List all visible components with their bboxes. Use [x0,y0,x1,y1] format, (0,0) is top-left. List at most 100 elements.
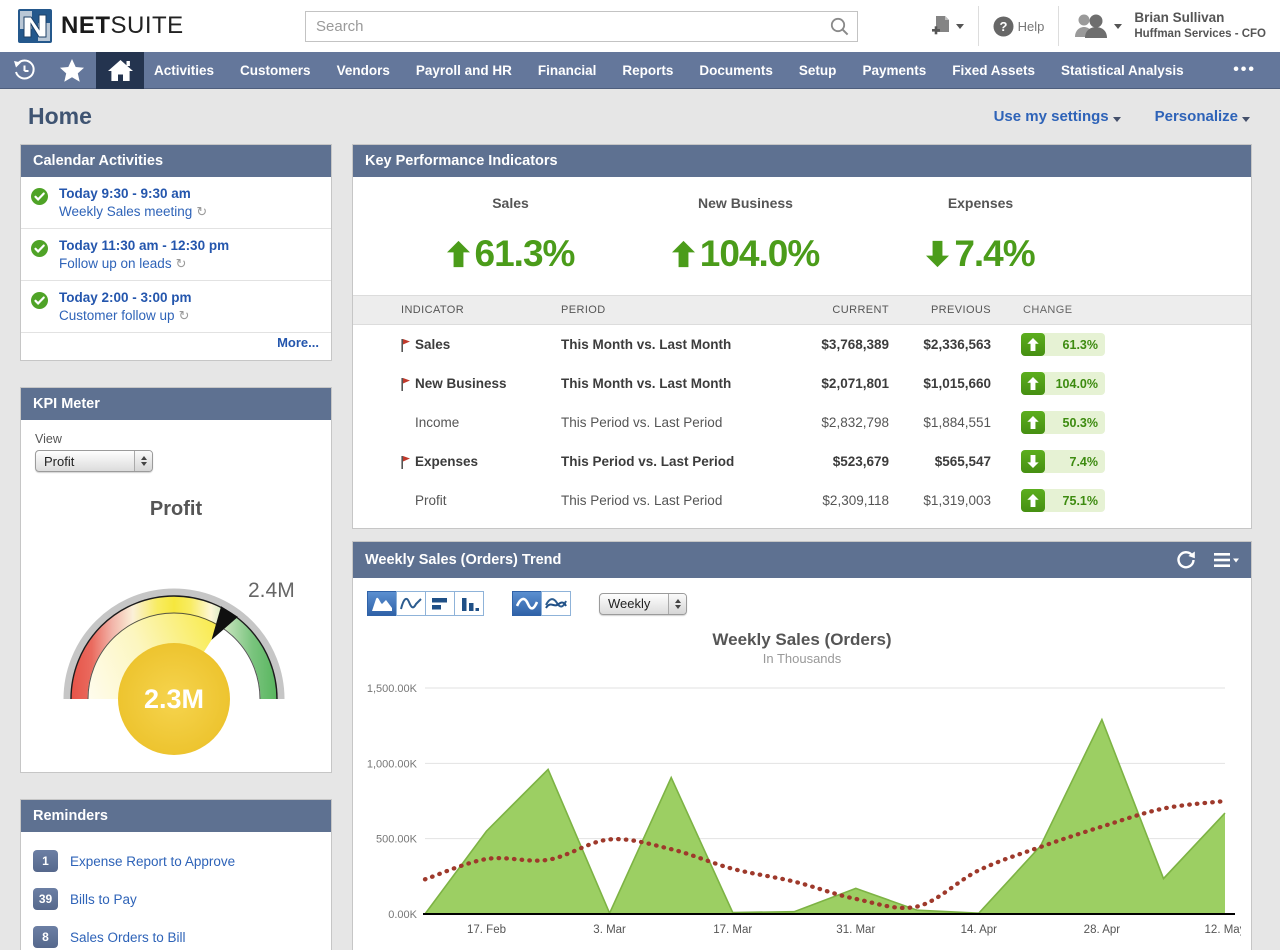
gauge-title: Profit [35,498,317,521]
flag-icon [401,455,410,469]
nav-overflow-button[interactable]: ••• [1233,61,1256,79]
calendar-activities-panel: Calendar Activities Today 9:30 - 9:30 am… [20,144,332,361]
create-new-icon [930,14,952,38]
svg-text:17. Mar: 17. Mar [713,924,752,936]
user-menu[interactable]: Brian Sullivan Huffman Services - CFO [1073,10,1266,41]
nav-item-setup[interactable]: Setup [799,63,837,78]
event-time-link[interactable]: Today 2:00 - 3:00 pm [59,290,319,305]
up-arrow-icon [1027,377,1039,390]
nav-item-customers[interactable]: Customers [240,63,311,78]
svg-text:?: ? [999,19,1007,34]
chart-toolbar: Weekly [353,578,1251,620]
search-input[interactable] [305,11,858,42]
event-title-link[interactable]: Follow up on leads↻ [59,256,319,272]
recurring-icon: ↻ [176,256,187,271]
nav-item-documents[interactable]: Documents [699,63,773,78]
kpi-table-row: New Business This Month vs. Last Month $… [353,364,1251,403]
change-badge: 50.3% [1021,411,1105,434]
weekly-sales-trend-panel: Weekly Sales (Orders) Trend [352,541,1252,950]
event-title-link[interactable]: Customer follow up↻ [59,308,319,324]
top-header: NETSUITE ? Help [0,0,1280,52]
event-time-link[interactable]: Today 9:30 - 9:30 am [59,186,319,201]
trend-panel-header[interactable]: Weekly Sales (Orders) Trend [353,542,1251,578]
svg-text:0.00K: 0.00K [388,909,417,921]
view-label: View [35,432,317,446]
user-name: Brian Sullivan [1134,10,1266,27]
select-stepper-icon [134,451,152,471]
event-complete-icon [31,240,48,257]
kpi-up-arrow-icon [672,239,695,269]
kpi-meter-panel: KPI Meter View Profit Profit [20,387,332,773]
netsuite-logo[interactable]: NETSUITE [18,9,184,43]
nav-item-payments[interactable]: Payments [862,63,926,78]
svg-text:1,000.00K: 1,000.00K [367,758,418,770]
svg-text:31. Mar: 31. Mar [836,924,875,936]
svg-text:12. May: 12. May [1205,924,1241,936]
nav-item-statistical-analysis[interactable]: Statistical Analysis [1061,63,1184,78]
reminders-panel-header[interactable]: Reminders [21,800,331,832]
favorites-star-icon[interactable] [48,52,96,89]
reminder-link[interactable]: Bills to Pay [70,892,137,907]
kpi-table-header-row: INDICATOR PERIOD CURRENT PREVIOUS CHANGE [353,295,1251,325]
kpi-view-select[interactable]: Profit [35,450,153,472]
reminder-item: 8 Sales Orders to Bill [33,918,319,950]
kpi-meter-panel-header[interactable]: KPI Meter [21,388,331,420]
kpi-table-row: Income This Period vs. Last Period $2,83… [353,403,1251,442]
page-title: Home [28,103,92,130]
chart-type-line-button[interactable] [396,591,426,616]
change-badge: 7.4% [1021,450,1105,473]
reminder-count-badge: 8 [33,926,58,948]
recurring-icon: ↻ [196,204,207,219]
nav-item-vendors[interactable]: Vendors [337,63,390,78]
recent-records-icon[interactable] [0,52,48,89]
chart-type-area-button[interactable] [367,591,397,616]
kpi-table: INDICATOR PERIOD CURRENT PREVIOUS CHANGE… [353,295,1251,528]
trendline-single-button[interactable] [512,591,542,616]
kpi-panel-header[interactable]: Key Performance Indicators [353,145,1251,177]
personalize-link[interactable]: Personalize [1155,108,1250,125]
reminder-item: 1 Expense Report to Approve [33,842,319,880]
reminder-link[interactable]: Sales Orders to Bill [70,930,186,945]
key-performance-indicators-panel: Key Performance Indicators Sales 61.3% N… [352,144,1252,529]
main-navbar: Activities Customers Vendors Payroll and… [0,52,1280,89]
nav-item-financial[interactable]: Financial [538,63,597,78]
caret-down-icon [1242,117,1250,122]
nav-item-payroll-hr[interactable]: Payroll and HR [416,63,512,78]
reminder-link[interactable]: Expense Report to Approve [70,854,235,869]
create-new-button[interactable] [930,14,964,38]
panel-menu-icon[interactable] [1214,552,1239,568]
select-stepper-icon [668,594,686,614]
event-complete-icon [31,292,48,309]
trend-period-select[interactable]: Weekly [599,593,687,615]
nav-item-reports[interactable]: Reports [622,63,673,78]
calendar-more-link[interactable]: More... [21,333,331,360]
recurring-icon: ↻ [179,308,190,323]
up-arrow-icon [1027,416,1039,429]
reminder-count-badge: 1 [33,850,58,872]
svg-text:3. Mar: 3. Mar [593,924,626,936]
svg-text:2.4M: 2.4M [248,579,295,602]
nav-item-fixed-assets[interactable]: Fixed Assets [952,63,1035,78]
search-icon[interactable] [829,16,850,37]
refresh-icon[interactable] [1176,550,1196,570]
home-tab-icon[interactable] [96,52,144,89]
calendar-event: Today 2:00 - 3:00 pm Customer follow up↻ [21,281,331,333]
svg-text:1,500.00K: 1,500.00K [367,683,418,695]
chart-title: Weekly Sales (Orders) [353,630,1251,650]
nav-item-activities[interactable]: Activities [154,63,214,78]
caret-down-icon [1113,117,1121,122]
event-time-link[interactable]: Today 11:30 am - 12:30 pm [59,238,319,253]
user-avatar-icon [1073,13,1110,39]
up-arrow-icon [1027,494,1039,507]
calendar-panel-header[interactable]: Calendar Activities [21,145,331,177]
chart-type-hbar-button[interactable] [425,591,455,616]
trendline-double-button[interactable] [541,591,571,616]
down-arrow-icon [1027,455,1039,468]
chart-type-vbar-button[interactable] [454,591,484,616]
reminders-panel: Reminders 1 Expense Report to Approve 39… [20,799,332,950]
event-title-link[interactable]: Weekly Sales meeting↻ [59,204,319,220]
sales-trend-chart: 0.00K500.00K1,000.00K1,500.00K17. Feb3. … [361,672,1241,950]
help-button[interactable]: ? Help [993,16,1045,37]
use-my-settings-link[interactable]: Use my settings [994,108,1121,125]
caret-down-icon [956,24,964,29]
